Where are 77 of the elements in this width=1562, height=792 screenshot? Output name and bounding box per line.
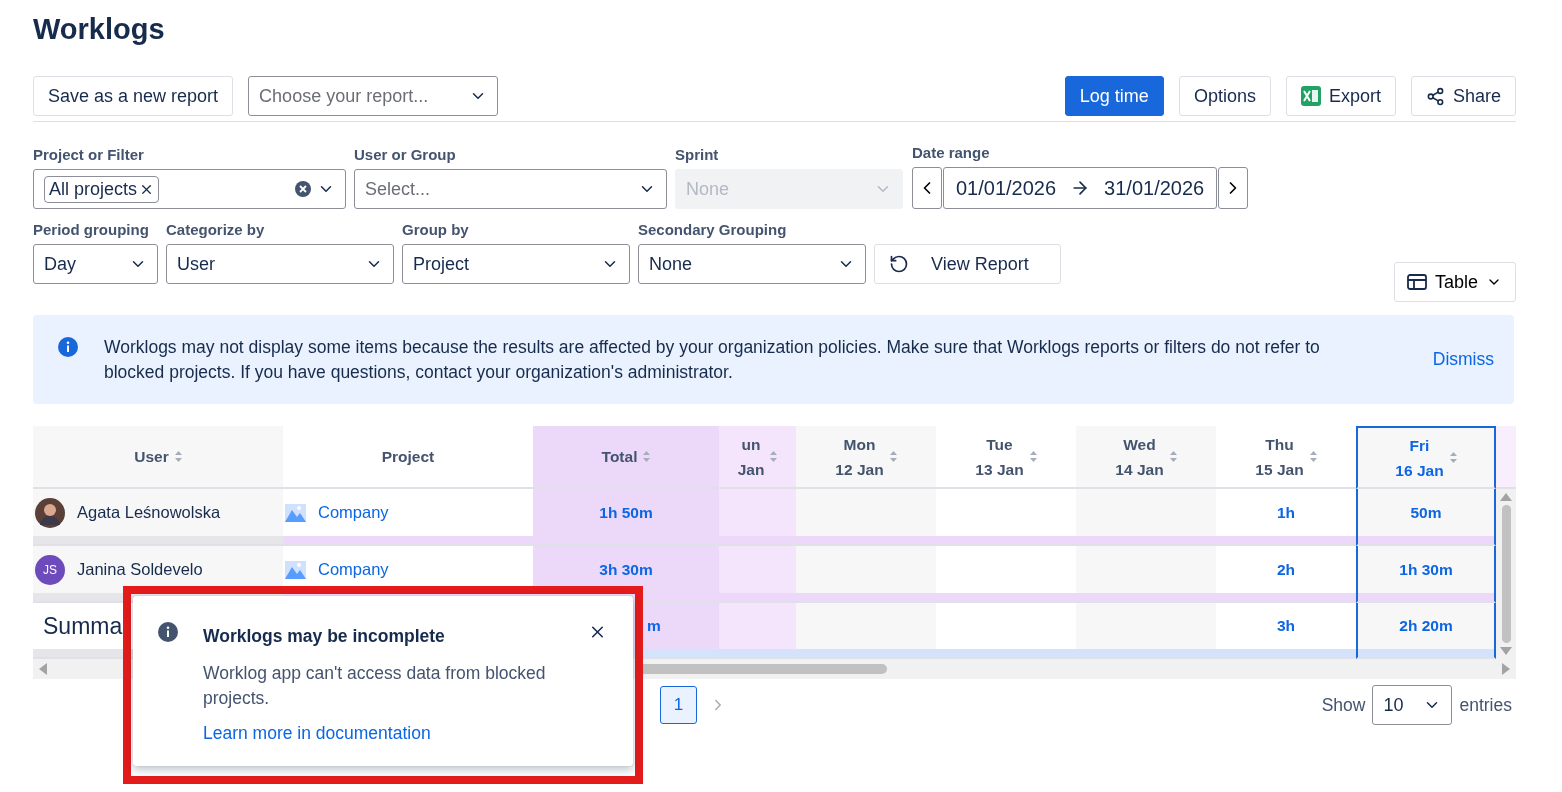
time-cell: 50m <box>1356 489 1496 536</box>
notification-text: Worklog app can't access data from blocked projects. <box>203 662 547 710</box>
total-cell: 3h 30m <box>533 546 719 593</box>
up-icon <box>1500 493 1512 501</box>
avatar: JS <box>35 554 65 585</box>
date-to: 31/01/2026 <box>1104 176 1205 200</box>
field-label: Period grouping <box>33 221 150 238</box>
field-label: User or Group <box>354 146 457 163</box>
info-icon <box>58 337 78 357</box>
column-header[interactable]: Mon 12 Jan <box>796 426 936 489</box>
summary-label: Summa <box>42 612 123 640</box>
date-from: 01/01/2026 <box>956 176 1057 200</box>
group-by-select[interactable]: Project <box>402 244 630 284</box>
report-select[interactable]: Choose your report... <box>248 76 499 116</box>
date-range-field[interactable]: 01/01/2026 31/01/2026 <box>943 167 1218 209</box>
export-button[interactable]: Export <box>1285 76 1396 116</box>
project-link[interactable]: Company <box>318 503 389 522</box>
project-select[interactable]: All projects <box>33 169 346 209</box>
categorize-select[interactable]: User <box>166 244 394 284</box>
share-button[interactable]: Share <box>1410 76 1516 116</box>
field-label: Sprint <box>675 146 720 163</box>
field-label: Date range <box>912 144 991 161</box>
table-icon <box>1407 274 1427 290</box>
right-icon <box>1502 663 1510 675</box>
user-name: Agata Leśnowolska <box>77 503 221 522</box>
spreadsheet-icon <box>1300 86 1321 106</box>
field-label: Categorize by <box>166 221 266 238</box>
show-label: Show <box>1321 694 1366 716</box>
view-toggle[interactable]: Table <box>1394 262 1516 302</box>
dismiss-link[interactable]: Dismiss <box>1432 349 1494 370</box>
sort-icon <box>1169 451 1177 462</box>
project-tag: All projects <box>44 175 160 203</box>
total-cell: 1h 50m <box>533 489 719 536</box>
info-icon <box>158 622 178 642</box>
sort-icon <box>174 451 182 462</box>
refresh-icon <box>889 254 909 274</box>
entries-label: entries <box>1459 694 1512 716</box>
sort-icon <box>643 451 651 462</box>
user-select[interactable]: Select... <box>354 169 667 209</box>
column-header[interactable]: un Jan <box>719 426 796 489</box>
time-cell: 2h 20m <box>1356 603 1496 649</box>
options-button[interactable]: Options <box>1178 76 1271 116</box>
save-report-button[interactable]: Save as a new report <box>33 76 234 116</box>
field-label: Group by <box>402 221 470 238</box>
page-button[interactable]: 1 <box>660 686 697 724</box>
field-label: Project or Filter <box>33 146 145 163</box>
column-header[interactable]: Fri 16 Jan <box>1356 426 1496 489</box>
sort-icon <box>1029 451 1037 462</box>
log-time-button[interactable]: Log time <box>1064 76 1164 116</box>
time-cell: 1h 30m <box>1356 546 1496 593</box>
documentation-link[interactable]: Learn more in documentation <box>203 723 563 744</box>
next-button[interactable] <box>1218 167 1249 209</box>
avatar-icon <box>35 497 65 528</box>
view-report-button[interactable]: View Report <box>874 244 1061 284</box>
down-icon <box>1500 647 1512 655</box>
share-icon <box>1425 86 1445 106</box>
field-label: Secondary Grouping <box>638 221 788 238</box>
notification-title: Worklogs may be incomplete <box>203 626 446 647</box>
header-cell <box>1496 426 1516 489</box>
sort-icon <box>1309 451 1317 462</box>
sort-icon <box>889 451 897 462</box>
secondary-grouping-select[interactable]: None <box>638 244 866 284</box>
sort-icon <box>1449 452 1457 463</box>
page-title: Worklogs <box>33 12 166 47</box>
vertical-scrollbar[interactable] <box>1496 489 1516 659</box>
column-header[interactable]: Total <box>533 426 719 489</box>
left-icon <box>39 663 47 675</box>
project-link[interactable]: Company <box>318 560 389 579</box>
column-header[interactable]: Wed 14 Jan <box>1076 426 1216 489</box>
column-header[interactable]: User <box>33 426 283 489</box>
period-select[interactable]: Day <box>33 244 158 284</box>
user-name: Janina Soldevelo <box>77 560 203 579</box>
previous-button[interactable] <box>912 167 942 209</box>
page-size-select[interactable]: 10 <box>1372 685 1453 725</box>
banner-text: Worklogs may not display some items because the results are affected by your organization policies. Make sure that Worklogs reports or filters do not refer to blocked projects. If you have questions, contact your organization's administrator. <box>104 335 1321 384</box>
clear-icon <box>295 181 311 197</box>
sort-icon <box>770 451 778 462</box>
